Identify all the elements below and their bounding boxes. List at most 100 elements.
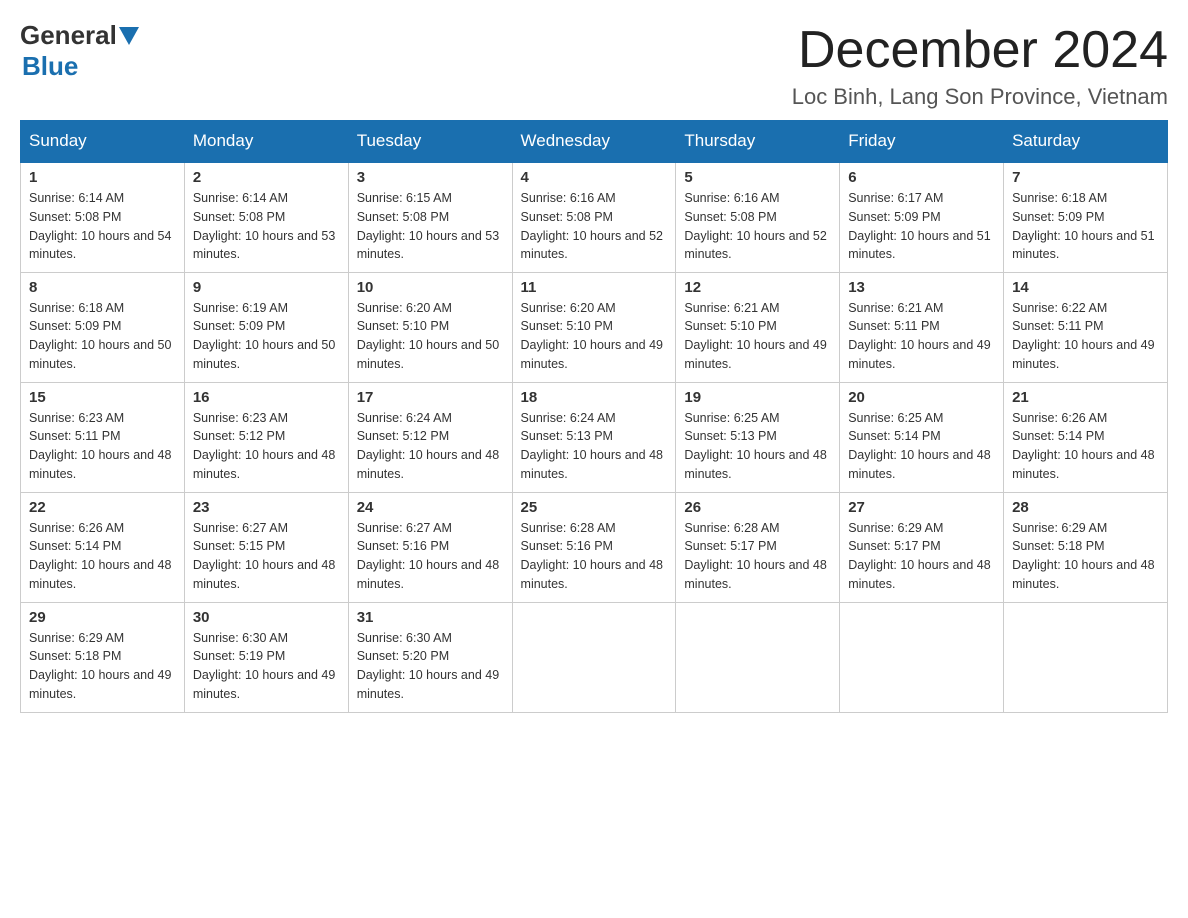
calendar-day: 26 Sunrise: 6:28 AMSunset: 5:17 PMDayligh… xyxy=(676,492,840,602)
calendar-day: 16 Sunrise: 6:23 AMSunset: 5:12 PMDayligh… xyxy=(184,382,348,492)
day-number: 16 xyxy=(193,389,340,406)
calendar-table: SundayMondayTuesdayWednesdayThursdayFrid… xyxy=(20,120,1168,713)
day-number: 31 xyxy=(357,609,504,626)
day-info: Sunrise: 6:20 AMSunset: 5:10 PMDaylight:… xyxy=(521,299,668,374)
day-number: 2 xyxy=(193,169,340,186)
day-number: 28 xyxy=(1012,499,1159,516)
calendar-day: 18Sunrise: 6:24 AMSunset: 5:13 PMDayligh… xyxy=(512,382,676,492)
calendar-day: 15 Sunrise: 6:23 AMSunset: 5:11 PMDayligh… xyxy=(21,382,185,492)
day-info: Sunrise: 6:28 AMSunset: 5:17 PMDaylight:… xyxy=(684,519,831,594)
day-number: 30 xyxy=(193,609,340,626)
calendar-day: 21 Sunrise: 6:26 AMSunset: 5:14 PMDayligh… xyxy=(1004,382,1168,492)
calendar-day: 19Sunrise: 6:25 AMSunset: 5:13 PMDayligh… xyxy=(676,382,840,492)
day-info: Sunrise: 6:22 AMSunset: 5:11 PMDaylight:… xyxy=(1012,299,1159,374)
day-info: Sunrise: 6:21 AMSunset: 5:11 PMDaylight:… xyxy=(848,299,995,374)
calendar-day: 24Sunrise: 6:27 AMSunset: 5:16 PMDayligh… xyxy=(348,492,512,602)
day-info: Sunrise: 6:26 AMSunset: 5:14 PMDaylight:… xyxy=(1012,409,1159,484)
day-number: 15 xyxy=(29,389,176,406)
calendar-day: 29 Sunrise: 6:29 AMSunset: 5:18 PMDayligh… xyxy=(21,602,185,712)
calendar-day xyxy=(1004,602,1168,712)
calendar-day: 6Sunrise: 6:17 AMSunset: 5:09 PMDaylight… xyxy=(840,162,1004,272)
day-info: Sunrise: 6:23 AMSunset: 5:11 PMDaylight:… xyxy=(29,409,176,484)
header-row: SundayMondayTuesdayWednesdayThursdayFrid… xyxy=(21,121,1168,163)
calendar-day: 30 Sunrise: 6:30 AMSunset: 5:19 PMDayligh… xyxy=(184,602,348,712)
calendar-week-1: 1 Sunrise: 6:14 AMSunset: 5:08 PMDaylight… xyxy=(21,162,1168,272)
day-number: 27 xyxy=(848,499,995,516)
calendar-day: 28 Sunrise: 6:29 AMSunset: 5:18 PMDayligh… xyxy=(1004,492,1168,602)
header-day-thursday: Thursday xyxy=(676,121,840,163)
day-info: Sunrise: 6:30 AMSunset: 5:20 PMDaylight:… xyxy=(357,629,504,704)
day-number: 9 xyxy=(193,279,340,296)
calendar-day: 2 Sunrise: 6:14 AMSunset: 5:08 PMDaylight… xyxy=(184,162,348,272)
calendar-body: 1 Sunrise: 6:14 AMSunset: 5:08 PMDaylight… xyxy=(21,162,1168,712)
title-block: December 2024 Loc Binh, Lang Son Provinc… xyxy=(792,20,1168,110)
calendar-day xyxy=(512,602,676,712)
day-info: Sunrise: 6:16 AMSunset: 5:08 PMDaylight:… xyxy=(684,189,831,264)
calendar-day: 17Sunrise: 6:24 AMSunset: 5:12 PMDayligh… xyxy=(348,382,512,492)
day-info: Sunrise: 6:17 AMSunset: 5:09 PMDaylight:… xyxy=(848,189,995,264)
calendar-day xyxy=(840,602,1004,712)
calendar-week-4: 22 Sunrise: 6:26 AMSunset: 5:14 PMDayligh… xyxy=(21,492,1168,602)
calendar-day: 3Sunrise: 6:15 AMSunset: 5:08 PMDaylight… xyxy=(348,162,512,272)
page-header: General Blue December 2024 Loc Binh, Lan… xyxy=(20,20,1168,110)
calendar-day: 12Sunrise: 6:21 AMSunset: 5:10 PMDayligh… xyxy=(676,272,840,382)
day-info: Sunrise: 6:26 AMSunset: 5:14 PMDaylight:… xyxy=(29,519,176,594)
month-year-title: December 2024 xyxy=(792,20,1168,80)
day-number: 24 xyxy=(357,499,504,516)
calendar-day: 27 Sunrise: 6:29 AMSunset: 5:17 PMDayligh… xyxy=(840,492,1004,602)
day-number: 29 xyxy=(29,609,176,626)
day-info: Sunrise: 6:18 AMSunset: 5:09 PMDaylight:… xyxy=(1012,189,1159,264)
day-number: 14 xyxy=(1012,279,1159,296)
calendar-day: 1 Sunrise: 6:14 AMSunset: 5:08 PMDaylight… xyxy=(21,162,185,272)
day-info: Sunrise: 6:29 AMSunset: 5:18 PMDaylight:… xyxy=(29,629,176,704)
day-number: 4 xyxy=(521,169,668,186)
day-number: 11 xyxy=(521,279,668,296)
calendar-day xyxy=(676,602,840,712)
calendar-day: 5Sunrise: 6:16 AMSunset: 5:08 PMDaylight… xyxy=(676,162,840,272)
day-number: 12 xyxy=(684,279,831,296)
day-info: Sunrise: 6:14 AMSunset: 5:08 PMDaylight:… xyxy=(193,189,340,264)
day-number: 22 xyxy=(29,499,176,516)
day-number: 21 xyxy=(1012,389,1159,406)
day-info: Sunrise: 6:29 AMSunset: 5:18 PMDaylight:… xyxy=(1012,519,1159,594)
day-number: 8 xyxy=(29,279,176,296)
header-day-friday: Friday xyxy=(840,121,1004,163)
day-number: 1 xyxy=(29,169,176,186)
logo: General Blue xyxy=(20,20,141,82)
day-number: 10 xyxy=(357,279,504,296)
day-info: Sunrise: 6:25 AMSunset: 5:13 PMDaylight:… xyxy=(684,409,831,484)
calendar-week-3: 15 Sunrise: 6:23 AMSunset: 5:11 PMDayligh… xyxy=(21,382,1168,492)
calendar-week-5: 29 Sunrise: 6:29 AMSunset: 5:18 PMDayligh… xyxy=(21,602,1168,712)
day-number: 7 xyxy=(1012,169,1159,186)
logo-triangle-icon xyxy=(119,27,139,45)
calendar-day: 31 Sunrise: 6:30 AMSunset: 5:20 PMDayligh… xyxy=(348,602,512,712)
day-number: 25 xyxy=(521,499,668,516)
header-day-sunday: Sunday xyxy=(21,121,185,163)
day-info: Sunrise: 6:24 AMSunset: 5:13 PMDaylight:… xyxy=(521,409,668,484)
header-day-saturday: Saturday xyxy=(1004,121,1168,163)
day-info: Sunrise: 6:30 AMSunset: 5:19 PMDaylight:… xyxy=(193,629,340,704)
day-info: Sunrise: 6:23 AMSunset: 5:12 PMDaylight:… xyxy=(193,409,340,484)
logo-general-text: General xyxy=(20,20,117,51)
day-info: Sunrise: 6:14 AMSunset: 5:08 PMDaylight:… xyxy=(29,189,176,264)
header-day-monday: Monday xyxy=(184,121,348,163)
day-info: Sunrise: 6:25 AMSunset: 5:14 PMDaylight:… xyxy=(848,409,995,484)
day-info: Sunrise: 6:19 AMSunset: 5:09 PMDaylight:… xyxy=(193,299,340,374)
calendar-day: 22 Sunrise: 6:26 AMSunset: 5:14 PMDayligh… xyxy=(21,492,185,602)
day-number: 20 xyxy=(848,389,995,406)
calendar-header: SundayMondayTuesdayWednesdayThursdayFrid… xyxy=(21,121,1168,163)
calendar-day: 23 Sunrise: 6:27 AMSunset: 5:15 PMDayligh… xyxy=(184,492,348,602)
day-info: Sunrise: 6:16 AMSunset: 5:08 PMDaylight:… xyxy=(521,189,668,264)
calendar-day: 4 Sunrise: 6:16 AMSunset: 5:08 PMDaylight… xyxy=(512,162,676,272)
header-day-wednesday: Wednesday xyxy=(512,121,676,163)
day-info: Sunrise: 6:24 AMSunset: 5:12 PMDaylight:… xyxy=(357,409,504,484)
day-info: Sunrise: 6:27 AMSunset: 5:15 PMDaylight:… xyxy=(193,519,340,594)
day-number: 23 xyxy=(193,499,340,516)
day-info: Sunrise: 6:20 AMSunset: 5:10 PMDaylight:… xyxy=(357,299,504,374)
day-number: 26 xyxy=(684,499,831,516)
calendar-day: 11 Sunrise: 6:20 AMSunset: 5:10 PMDayligh… xyxy=(512,272,676,382)
logo-blue-text: Blue xyxy=(22,51,78,81)
calendar-day: 7 Sunrise: 6:18 AMSunset: 5:09 PMDaylight… xyxy=(1004,162,1168,272)
day-info: Sunrise: 6:29 AMSunset: 5:17 PMDaylight:… xyxy=(848,519,995,594)
calendar-day: 13Sunrise: 6:21 AMSunset: 5:11 PMDayligh… xyxy=(840,272,1004,382)
